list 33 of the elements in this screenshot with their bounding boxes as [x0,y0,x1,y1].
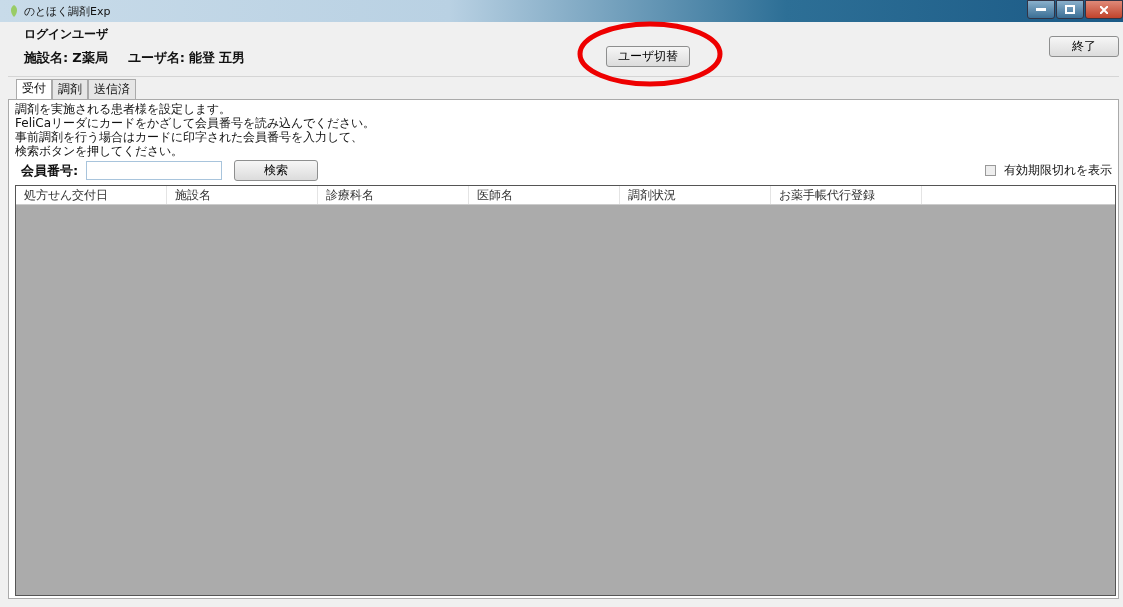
column-header[interactable]: 医師名 [469,186,620,204]
tab[interactable]: 調剤 [52,79,88,99]
facility-name: Z薬局 [72,49,108,67]
checkbox-label: 有効期限切れを表示 [1004,162,1112,179]
switch-user-button[interactable]: ユーザ切替 [606,46,690,67]
maximize-icon [1065,5,1075,14]
close-button[interactable] [1085,0,1123,19]
minimize-button[interactable] [1027,0,1055,19]
instruction-text: 事前調剤を行う場合はカードに印字された会員番号を入力して、 [15,130,364,144]
column-header[interactable]: 診療科名 [318,186,469,204]
group-title: ログインユーザ [24,26,109,43]
window-title: のとほく調剤Exp [24,3,111,19]
instruction-text: 検索ボタンを押してください。 [15,144,184,158]
instruction-text: 調剤を実施される患者様を設定します。 [15,102,232,116]
user-name: 能登 五男 [188,49,246,67]
close-icon [1100,5,1108,14]
member-number-field[interactable] [86,161,223,180]
minimize-icon [1036,7,1046,12]
column-header[interactable]: お薬手帳代行登録 [771,186,922,204]
app-icon [8,4,20,18]
exit-button[interactable]: 終了 [1049,36,1119,57]
column-header[interactable]: 施設名 [167,186,318,204]
user-label: ユーザ名: [127,49,185,67]
column-header[interactable]: 処方せん交付日 [16,186,167,204]
checkbox[interactable] [985,165,996,176]
facility-label: 施設名: [24,49,69,67]
member-number-label: 会員番号: [21,161,79,180]
instruction-text: FeliCaリーダにカードをかざして会員番号を読み込んでください。 [15,116,377,130]
maximize-button[interactable] [1056,0,1084,19]
tab[interactable]: 送信済 [88,79,136,99]
column-header[interactable]: 調剤状況 [620,186,771,204]
search-button[interactable]: 検索 [234,160,319,181]
tab[interactable]: 受付 [16,79,52,99]
